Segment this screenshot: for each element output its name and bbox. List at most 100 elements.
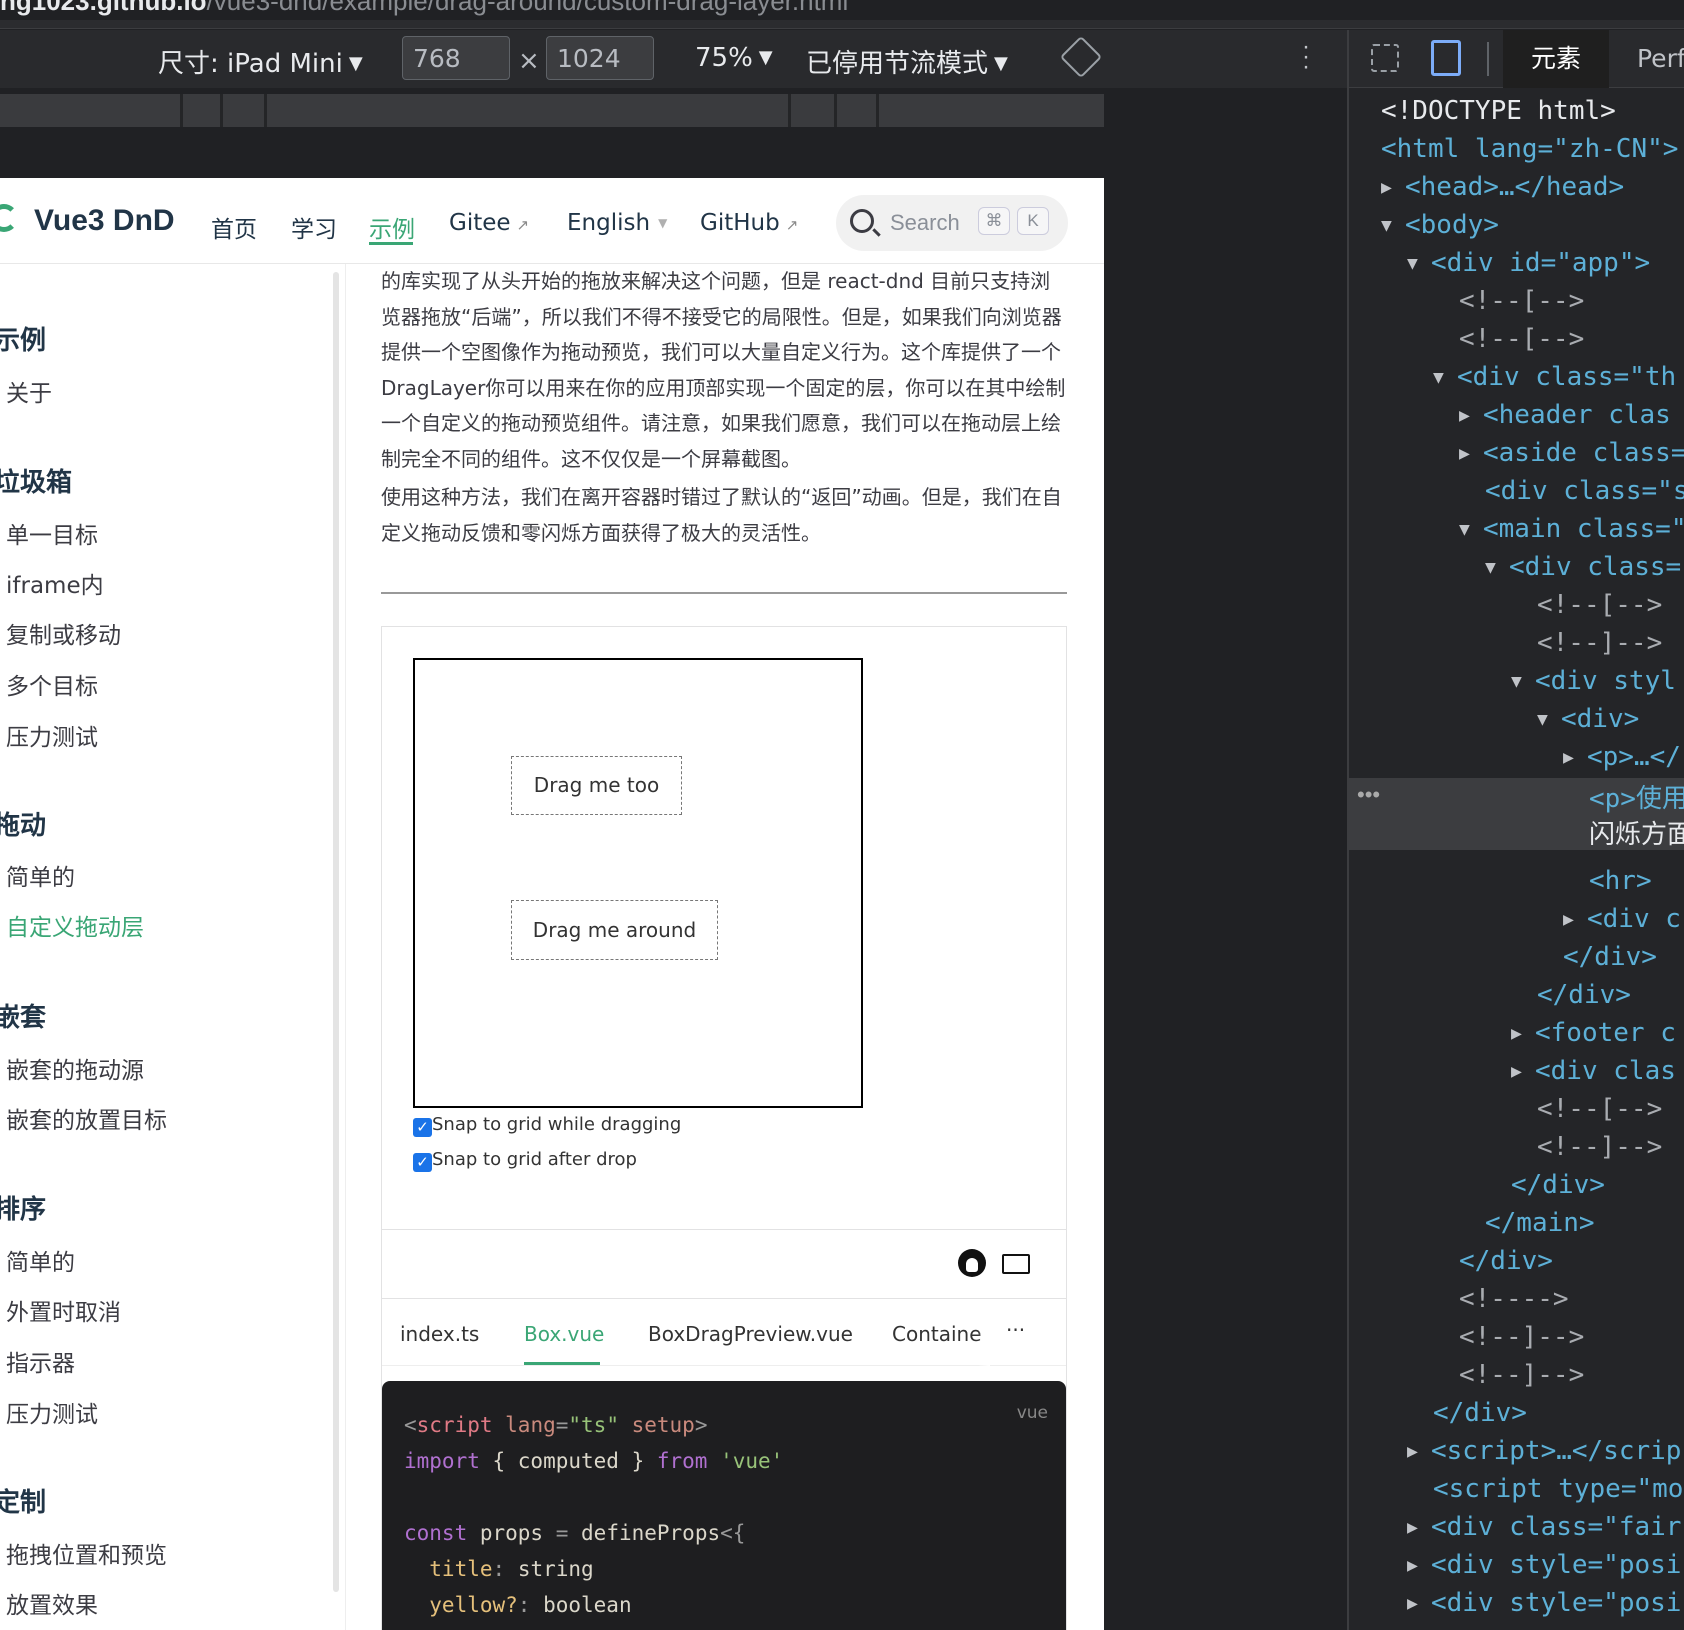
dom-node[interactable]: <html lang="zh-CN">	[1381, 130, 1678, 168]
dom-node[interactable]: <!--[-->	[1459, 282, 1584, 320]
sidebar-item-nested-sources[interactable]: 嵌套的拖动源	[6, 1051, 144, 1085]
dom-node[interactable]: ▶ <div class="fair	[1407, 1508, 1681, 1546]
device-toggle-icon[interactable]	[1431, 40, 1461, 76]
more-options-icon[interactable]: · · ·	[1302, 35, 1310, 79]
expand-triangle-icon[interactable]: ▶	[1563, 901, 1587, 939]
expand-triangle-icon[interactable]: ▶	[1407, 1509, 1431, 1547]
expand-triangle-icon[interactable]: ▶	[1563, 739, 1587, 777]
collapse-triangle-icon[interactable]: ▼	[1433, 359, 1457, 397]
tab-container[interactable]: Containe	[892, 1322, 982, 1346]
sidebar-item-copy-or-move[interactable]: 复制或移动	[6, 616, 121, 650]
folder-open-icon[interactable]	[1002, 1254, 1030, 1274]
dom-node[interactable]: ▼ <div id="app">	[1407, 244, 1650, 282]
dom-node[interactable]: </div>	[1511, 1166, 1605, 1204]
dom-node-selected[interactable]: <p>使用	[1589, 780, 1684, 818]
address-bar[interactable]: ng1023.github.io/vue3-dnd/example/drag-a…	[0, 0, 1684, 20]
dom-node[interactable]: ▶ <script>…</scrip	[1407, 1432, 1681, 1470]
expand-triangle-icon[interactable]: ▶	[1407, 1585, 1431, 1623]
expand-triangle-icon[interactable]: ▶	[1459, 397, 1483, 435]
sidebar-item-nested-targets[interactable]: 嵌套的放置目标	[6, 1101, 167, 1135]
sidebar-item-sortable-simple[interactable]: 简单的	[6, 1243, 75, 1277]
search-button[interactable]: Search ⌘ K	[836, 195, 1068, 251]
dom-node[interactable]: ▶ <aside class=	[1459, 434, 1684, 472]
tab-elements[interactable]: 元素	[1503, 30, 1610, 88]
collapse-triangle-icon[interactable]: ▼	[1537, 701, 1561, 739]
rotate-icon[interactable]	[1059, 35, 1103, 79]
drag-box-around[interactable]: Drag me around	[511, 900, 718, 960]
device-select[interactable]: 尺寸: iPad Mini ▼	[158, 43, 363, 80]
throttle-select[interactable]: 已停用节流模式 ▼	[806, 43, 1008, 80]
expand-triangle-icon[interactable]: ▶	[1407, 1547, 1431, 1585]
dom-node[interactable]: <!--[-->	[1537, 586, 1662, 624]
dom-node[interactable]: ▶ <head>…</head>	[1381, 168, 1624, 206]
dom-node[interactable]: <div class="s	[1485, 472, 1684, 510]
nav-examples[interactable]: 示例	[369, 210, 415, 244]
dom-node[interactable]: <!--]-->	[1537, 1128, 1662, 1166]
tab-box-vue[interactable]: Box.vue	[524, 1322, 604, 1346]
sidebar-item-custom-drag-layer[interactable]: 自定义拖动层	[6, 908, 144, 942]
site-title[interactable]: Vue3 DnD	[34, 204, 175, 238]
sidebar-item-drop-effects[interactable]: 放置效果	[6, 1586, 98, 1620]
dom-node[interactable]: </main>	[1485, 1204, 1595, 1242]
github-icon[interactable]	[958, 1249, 986, 1277]
sidebar-item-indicator[interactable]: 指示器	[6, 1344, 75, 1378]
more-tabs-icon[interactable]: ···	[1006, 1318, 1025, 1342]
sidebar-item-sortable-stress-test[interactable]: 压力测试	[6, 1395, 98, 1429]
checkbox-checked-icon[interactable]: ✓	[413, 1153, 432, 1172]
collapse-triangle-icon[interactable]: ▼	[1381, 207, 1405, 245]
zoom-select[interactable]: 75% ▼	[695, 43, 773, 73]
dom-node[interactable]: <script type="mo	[1433, 1470, 1683, 1508]
collapse-triangle-icon[interactable]: ▼	[1459, 511, 1483, 549]
dom-node[interactable]: ▶ <p>…</	[1563, 738, 1681, 776]
nav-language[interactable]: English ▼	[567, 210, 667, 236]
sidebar-item-stress-test[interactable]: 压力测试	[6, 718, 98, 752]
dom-node[interactable]: ▶ <div style="posi	[1407, 1584, 1681, 1622]
expand-triangle-icon[interactable]: ▶	[1459, 435, 1483, 473]
dom-node[interactable]: ▶ <header clas	[1459, 396, 1671, 434]
sidebar-item-multiple-targets[interactable]: 多个目标	[6, 667, 98, 701]
dom-node[interactable]: ▶ <div c	[1563, 900, 1681, 938]
sidebar-item-about[interactable]: 关于	[6, 374, 52, 408]
checkbox-checked-icon[interactable]: ✓	[413, 1118, 432, 1137]
sidebar-item-handles-and-previews[interactable]: 拖拽位置和预览	[6, 1536, 167, 1570]
drag-box-too[interactable]: Drag me too	[511, 756, 682, 815]
dom-node[interactable]: ▼ <main class="	[1459, 510, 1684, 548]
expand-triangle-icon[interactable]: ▶	[1511, 1015, 1535, 1053]
dom-node[interactable]: <!--]-->	[1537, 624, 1662, 662]
dom-node[interactable]: ▼ <div class=	[1485, 548, 1681, 586]
collapse-triangle-icon[interactable]: ▼	[1485, 549, 1509, 587]
dom-node[interactable]: </div>	[1563, 938, 1657, 976]
dom-node[interactable]: </div>	[1459, 1242, 1553, 1280]
inspect-element-icon[interactable]	[1371, 44, 1399, 72]
dom-node[interactable]: <!--[-->	[1459, 320, 1584, 358]
nav-learn[interactable]: 学习	[291, 210, 337, 244]
node-actions-icon[interactable]: •••	[1357, 782, 1380, 808]
sidebar-item-cancel-on-drop-outside[interactable]: 外置时取消	[6, 1293, 121, 1327]
dom-node[interactable]: ▼ <div styl	[1511, 662, 1676, 700]
snap-after-drop[interactable]: ✓ Snap to grid after drop	[413, 1149, 637, 1172]
tab-index-ts[interactable]: index.ts	[400, 1322, 479, 1346]
collapse-triangle-icon[interactable]: ▼	[1511, 663, 1535, 701]
dom-node[interactable]: ▶ <div clas	[1511, 1052, 1676, 1090]
dom-node[interactable]: ▶ <footer c	[1511, 1014, 1676, 1052]
dom-node[interactable]: </div>	[1433, 1394, 1527, 1432]
sidebar-scrollbar[interactable]	[333, 272, 339, 1592]
dom-node[interactable]: </div>	[1537, 976, 1631, 1014]
dom-node[interactable]: ▼ <body>	[1381, 206, 1499, 244]
tab-performance[interactable]: Perfo	[1609, 30, 1684, 88]
dom-node[interactable]: ▼ <div>	[1537, 700, 1639, 738]
dom-node[interactable]: <!--[-->	[1537, 1090, 1662, 1128]
nav-github[interactable]: GitHub ↗	[700, 210, 798, 236]
expand-triangle-icon[interactable]: ▶	[1381, 169, 1405, 207]
width-input[interactable]: 768	[402, 36, 510, 80]
dom-node[interactable]: <!---->	[1459, 1280, 1569, 1318]
nav-gitee[interactable]: Gitee ↗	[449, 210, 529, 236]
tab-box-drag-preview[interactable]: BoxDragPreview.vue	[648, 1322, 853, 1346]
sidebar-item-simple[interactable]: 简单的	[6, 858, 75, 892]
height-input[interactable]: 1024	[546, 36, 654, 80]
expand-triangle-icon[interactable]: ▶	[1407, 1433, 1431, 1471]
sidebar-item-single-target[interactable]: 单一目标	[6, 516, 98, 550]
snap-while-dragging[interactable]: ✓ Snap to grid while dragging	[413, 1114, 681, 1137]
dom-node[interactable]: ▶ <div style="posi	[1407, 1546, 1681, 1584]
dom-node[interactable]: <!DOCTYPE html>	[1381, 92, 1616, 130]
